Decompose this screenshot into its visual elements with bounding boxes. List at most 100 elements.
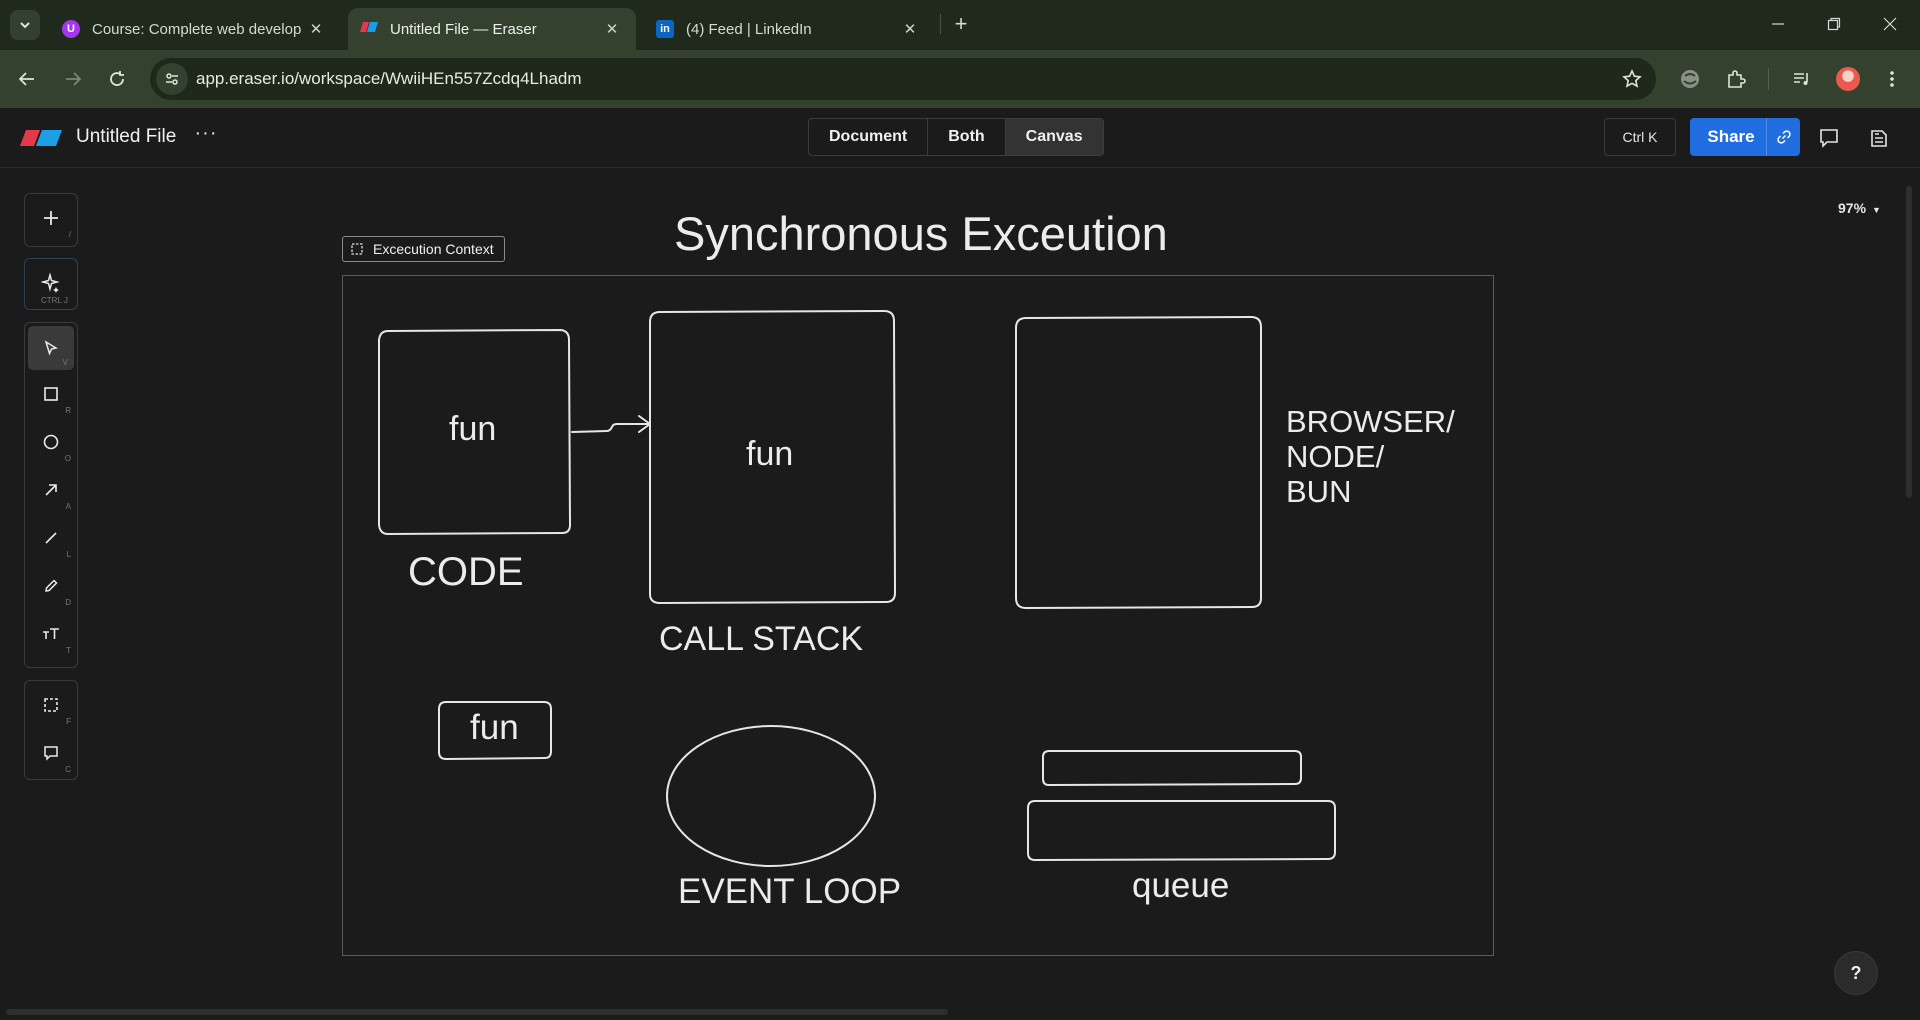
diagram-title[interactable]: Synchronous Exceution: [674, 206, 1168, 261]
line-icon: [45, 532, 57, 544]
tab-title: (4) Feed | LinkedIn: [686, 20, 812, 38]
tab-search-button[interactable]: [10, 10, 40, 40]
frame-tool[interactable]: F: [25, 681, 77, 729]
close-icon[interactable]: ✕: [600, 17, 624, 41]
arrow-icon: [45, 484, 57, 496]
tab-title: Untitled File — Eraser: [390, 20, 537, 38]
runtime-label-line: BUN: [1286, 474, 1352, 509]
extra-tools: F C: [24, 680, 78, 780]
help-button[interactable]: ?: [1834, 951, 1878, 995]
shortcut-key: L: [66, 550, 71, 559]
view-canvas-button[interactable]: Canvas: [1005, 119, 1103, 155]
file-name[interactable]: Untitled File: [76, 126, 176, 148]
address-bar[interactable]: app.eraser.io/workspace/WwiiHEn557Zcdq4L…: [150, 58, 1656, 100]
outline-panel-icon[interactable]: [1866, 125, 1892, 151]
frame-label-text: Excecution Context: [373, 241, 494, 257]
ellipse-tool[interactable]: O: [25, 418, 77, 466]
close-icon[interactable]: ✕: [898, 17, 922, 41]
queue-label[interactable]: queue: [1132, 866, 1229, 906]
linkedin-icon: in: [656, 20, 674, 38]
shortcut-key: T: [66, 646, 71, 655]
extension-icon[interactable]: [1676, 65, 1704, 93]
eraser-logo-icon[interactable]: [20, 130, 62, 151]
select-tool[interactable]: V: [28, 326, 74, 370]
circle-icon: [43, 434, 59, 450]
pen-tool[interactable]: D: [25, 562, 77, 610]
forward-button[interactable]: [58, 64, 88, 94]
shortcut-key: D: [65, 598, 71, 607]
code-label[interactable]: CODE: [408, 550, 524, 595]
shortcut-key: A: [65, 502, 71, 511]
command-palette-button[interactable]: Ctrl K: [1604, 118, 1676, 156]
restore-button[interactable]: [1806, 0, 1862, 48]
arrow-right-icon: [66, 72, 82, 86]
pointer-icon: [44, 340, 58, 356]
call-stack-label[interactable]: CALL STACK: [659, 620, 863, 659]
plus-icon: [44, 211, 58, 225]
profile-avatar[interactable]: [1834, 65, 1862, 93]
event-loop-label[interactable]: EVENT LOOP: [678, 872, 901, 912]
browser-menu-icon[interactable]: [1878, 65, 1906, 93]
arrow-tool[interactable]: A: [25, 466, 77, 514]
small-box-text[interactable]: fun: [470, 708, 519, 748]
line-tool[interactable]: L: [25, 514, 77, 562]
zoom-control[interactable]: 97% ▼: [1838, 200, 1881, 216]
shortcut-key: /: [68, 230, 71, 239]
rectangle-tool[interactable]: R: [25, 370, 77, 418]
tab-separator: [940, 14, 941, 34]
shortcut-key: V: [62, 358, 68, 367]
pencil-icon: [45, 579, 58, 592]
browser-toolbar: app.eraser.io/workspace/WwiiHEn557Zcdq4L…: [0, 50, 1920, 108]
text-icon: [43, 628, 59, 639]
frame-icon: [44, 698, 58, 712]
chevron-down-icon: [20, 22, 30, 29]
tab-udemy[interactable]: U Course: Complete web develop ✕: [50, 8, 340, 50]
sparkle-icon: [41, 273, 60, 293]
arrow-left-icon: [18, 72, 34, 86]
link-icon[interactable]: [1766, 118, 1800, 156]
add-button[interactable]: /: [25, 194, 77, 242]
square-icon: [44, 387, 58, 401]
tab-eraser[interactable]: Untitled File — Eraser ✕: [348, 8, 636, 50]
call-stack-box-text[interactable]: fun: [746, 435, 793, 474]
execution-context-frame[interactable]: [342, 275, 1494, 956]
toolbar-divider: [1768, 68, 1769, 90]
runtime-label[interactable]: BROWSER/ NODE/ BUN: [1286, 404, 1455, 509]
tab-linkedin[interactable]: in (4) Feed | LinkedIn ✕: [644, 8, 934, 50]
reload-icon: [110, 71, 124, 86]
minimize-button[interactable]: [1750, 0, 1806, 48]
text-tool[interactable]: T: [25, 610, 77, 658]
puzzle-icon[interactable]: [1722, 65, 1750, 93]
view-document-button[interactable]: Document: [809, 119, 929, 155]
minimize-icon: [1772, 23, 1784, 25]
eraser-icon: [360, 20, 378, 38]
close-icon[interactable]: ✕: [304, 17, 328, 41]
caret-down-icon: ▼: [1872, 205, 1881, 215]
bookmark-star-icon[interactable]: [1620, 67, 1644, 91]
ai-tool-group: CTRL J: [24, 258, 78, 310]
comment-icon[interactable]: [1816, 125, 1842, 151]
back-button[interactable]: [12, 64, 42, 94]
view-both-button[interactable]: Both: [928, 119, 1006, 155]
reload-button[interactable]: [102, 64, 132, 94]
site-settings-icon[interactable]: [156, 63, 188, 95]
vertical-scrollbar[interactable]: [1906, 186, 1912, 498]
share-label: Share: [1707, 127, 1755, 146]
frame-label[interactable]: Excecution Context: [342, 236, 505, 262]
close-window-button[interactable]: [1862, 0, 1918, 48]
ai-button[interactable]: CTRL J: [25, 259, 77, 307]
zoom-level: 97%: [1838, 200, 1867, 216]
share-button[interactable]: Share: [1690, 118, 1800, 156]
new-tab-button[interactable]: +: [948, 12, 974, 38]
app-header: Untitled File ··· Document Both Canvas C…: [0, 108, 1920, 168]
view-mode-switch: Document Both Canvas: [808, 118, 1104, 156]
more-options-icon[interactable]: ···: [192, 123, 220, 150]
comment-tool[interactable]: C: [25, 729, 77, 777]
restore-icon: [1827, 17, 1841, 31]
shortcut-key: O: [64, 454, 71, 463]
shortcut-key: F: [66, 717, 71, 726]
horizontal-scrollbar[interactable]: [6, 1009, 948, 1015]
media-control-icon[interactable]: [1788, 65, 1816, 93]
code-box-text[interactable]: fun: [449, 410, 496, 449]
add-tool-group: /: [24, 193, 78, 247]
